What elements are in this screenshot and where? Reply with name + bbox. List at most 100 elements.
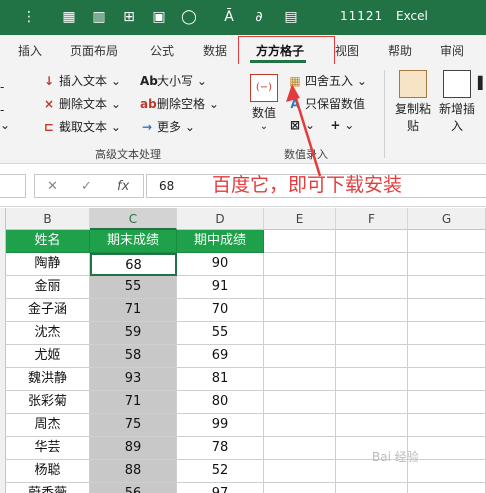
- column-header-d[interactable]: D: [177, 208, 264, 230]
- column-header-g[interactable]: G: [408, 208, 486, 230]
- final-score-cell[interactable]: 58: [90, 345, 177, 368]
- round-button[interactable]: ▦ 四舍五入 ⌄: [288, 72, 367, 89]
- confirm-icon[interactable]: ✓: [81, 179, 92, 194]
- empty-cell[interactable]: [264, 230, 336, 253]
- name-cell[interactable]: 金子涵: [6, 299, 90, 322]
- empty-cell[interactable]: [408, 345, 486, 368]
- name-cell[interactable]: 尤姬: [6, 345, 90, 368]
- tab-formulas[interactable]: 公式: [150, 42, 174, 59]
- tab-help[interactable]: 帮助: [388, 42, 412, 59]
- ribbon-edge-chevron-icon[interactable]: ⌄: [0, 118, 10, 132]
- empty-cell[interactable]: [336, 414, 408, 437]
- empty-cell[interactable]: [408, 230, 486, 253]
- empty-cell[interactable]: [408, 391, 486, 414]
- mid-score-cell[interactable]: 97: [177, 483, 264, 493]
- delete-text-button[interactable]: × 删除文本 ⌄: [42, 95, 121, 112]
- empty-cell[interactable]: [408, 368, 486, 391]
- empty-cell[interactable]: [264, 460, 336, 483]
- empty-cell[interactable]: [408, 437, 486, 460]
- tab-data[interactable]: 数据: [203, 42, 227, 59]
- empty-cell[interactable]: [336, 322, 408, 345]
- chart-icon[interactable]: ▥: [90, 8, 108, 26]
- column-header-f[interactable]: F: [336, 208, 408, 230]
- name-cell[interactable]: 张彩菊: [6, 391, 90, 414]
- text-box-icon[interactable]: Ā: [220, 8, 238, 26]
- empty-cell[interactable]: [264, 345, 336, 368]
- empty-cell[interactable]: [336, 345, 408, 368]
- empty-cell[interactable]: [336, 483, 408, 493]
- final-score-cell[interactable]: 71: [90, 391, 177, 414]
- quick-access-customize-icon[interactable]: ⋮: [20, 8, 38, 26]
- mid-score-cell[interactable]: 55: [177, 322, 264, 345]
- mid-score-cell[interactable]: 90: [177, 253, 264, 276]
- cancel-icon[interactable]: ✕: [47, 179, 58, 194]
- name-cell[interactable]: 周杰: [6, 414, 90, 437]
- empty-cell[interactable]: [264, 483, 336, 493]
- mid-score-cell[interactable]: 81: [177, 368, 264, 391]
- mid-score-cell[interactable]: 52: [177, 460, 264, 483]
- empty-cell[interactable]: [336, 253, 408, 276]
- final-score-cell[interactable]: 88: [90, 460, 177, 483]
- insert-function-icon[interactable]: fx: [117, 179, 129, 194]
- column-header-b[interactable]: B: [6, 208, 90, 230]
- empty-cell[interactable]: [264, 322, 336, 345]
- empty-cell[interactable]: [336, 391, 408, 414]
- shapes-icon[interactable]: ◯: [180, 8, 198, 26]
- empty-cell[interactable]: [408, 322, 486, 345]
- empty-cell[interactable]: [264, 299, 336, 322]
- final-score-cell[interactable]: 71: [90, 299, 177, 322]
- ribbon-overflow-icon[interactable]: ▌: [478, 76, 486, 90]
- tab-view[interactable]: 视图: [335, 42, 359, 59]
- final-score-cell[interactable]: 75: [90, 414, 177, 437]
- change-case-button[interactable]: Ab大小写 ⌄: [140, 72, 207, 89]
- final-score-cell[interactable]: 56: [90, 483, 177, 493]
- header-cell-mid[interactable]: 期中成绩: [177, 230, 264, 253]
- mid-score-cell[interactable]: 91: [177, 276, 264, 299]
- more-button[interactable]: → 更多 ⌄: [140, 118, 195, 135]
- name-cell[interactable]: 蔚香薇: [6, 483, 90, 493]
- empty-cell[interactable]: [408, 299, 486, 322]
- column-header-c[interactable]: C: [90, 208, 177, 230]
- table-icon[interactable]: ▦: [60, 8, 78, 26]
- tab-page-layout[interactable]: 页面布局: [70, 42, 118, 59]
- format-painter-icon[interactable]: ▣: [150, 8, 168, 26]
- empty-cell[interactable]: [336, 230, 408, 253]
- name-box[interactable]: [0, 174, 26, 198]
- numeric-button[interactable]: (−) 数值 ⌄: [246, 74, 282, 132]
- empty-cell[interactable]: [264, 368, 336, 391]
- final-score-cell[interactable]: 89: [90, 437, 177, 460]
- empty-cell[interactable]: [264, 391, 336, 414]
- copy-paste-button[interactable]: 复制粘 贴: [392, 70, 434, 134]
- name-cell[interactable]: 金丽: [6, 276, 90, 299]
- empty-cell[interactable]: [264, 414, 336, 437]
- column-header-e[interactable]: E: [264, 208, 336, 230]
- mid-score-cell[interactable]: 69: [177, 345, 264, 368]
- name-cell[interactable]: 沈杰: [6, 322, 90, 345]
- final-score-cell[interactable]: 55: [90, 276, 177, 299]
- formula-icon[interactable]: ∂: [250, 8, 268, 26]
- tab-review[interactable]: 审阅: [440, 42, 464, 59]
- mid-score-cell[interactable]: 80: [177, 391, 264, 414]
- empty-cell[interactable]: [336, 368, 408, 391]
- final-score-cell[interactable]: 93: [90, 368, 177, 391]
- empty-cell[interactable]: [408, 460, 486, 483]
- mid-score-cell[interactable]: 78: [177, 437, 264, 460]
- add-insert-button[interactable]: 新增插 入: [436, 70, 478, 134]
- empty-cell[interactable]: [336, 299, 408, 322]
- final-score-cell[interactable]: 68: [90, 253, 177, 276]
- empty-cell[interactable]: [408, 253, 486, 276]
- remove-spaces-button[interactable]: ab删除空格 ⌄: [140, 95, 219, 112]
- mid-score-cell[interactable]: 70: [177, 299, 264, 322]
- header-cell-name[interactable]: 姓名: [6, 230, 90, 253]
- name-cell[interactable]: 陶静: [6, 253, 90, 276]
- empty-cell[interactable]: [408, 483, 486, 493]
- empty-cell[interactable]: [336, 276, 408, 299]
- name-cell[interactable]: 杨聪: [6, 460, 90, 483]
- number-extra-button[interactable]: ⊠ ⌄ + ⌄: [288, 118, 354, 132]
- empty-cell[interactable]: [408, 414, 486, 437]
- mid-score-cell[interactable]: 99: [177, 414, 264, 437]
- name-cell[interactable]: 华芸: [6, 437, 90, 460]
- empty-cell[interactable]: [264, 437, 336, 460]
- document-icon[interactable]: ▤: [282, 8, 300, 26]
- insert-text-button[interactable]: ↓ 插入文本 ⌄: [42, 72, 121, 89]
